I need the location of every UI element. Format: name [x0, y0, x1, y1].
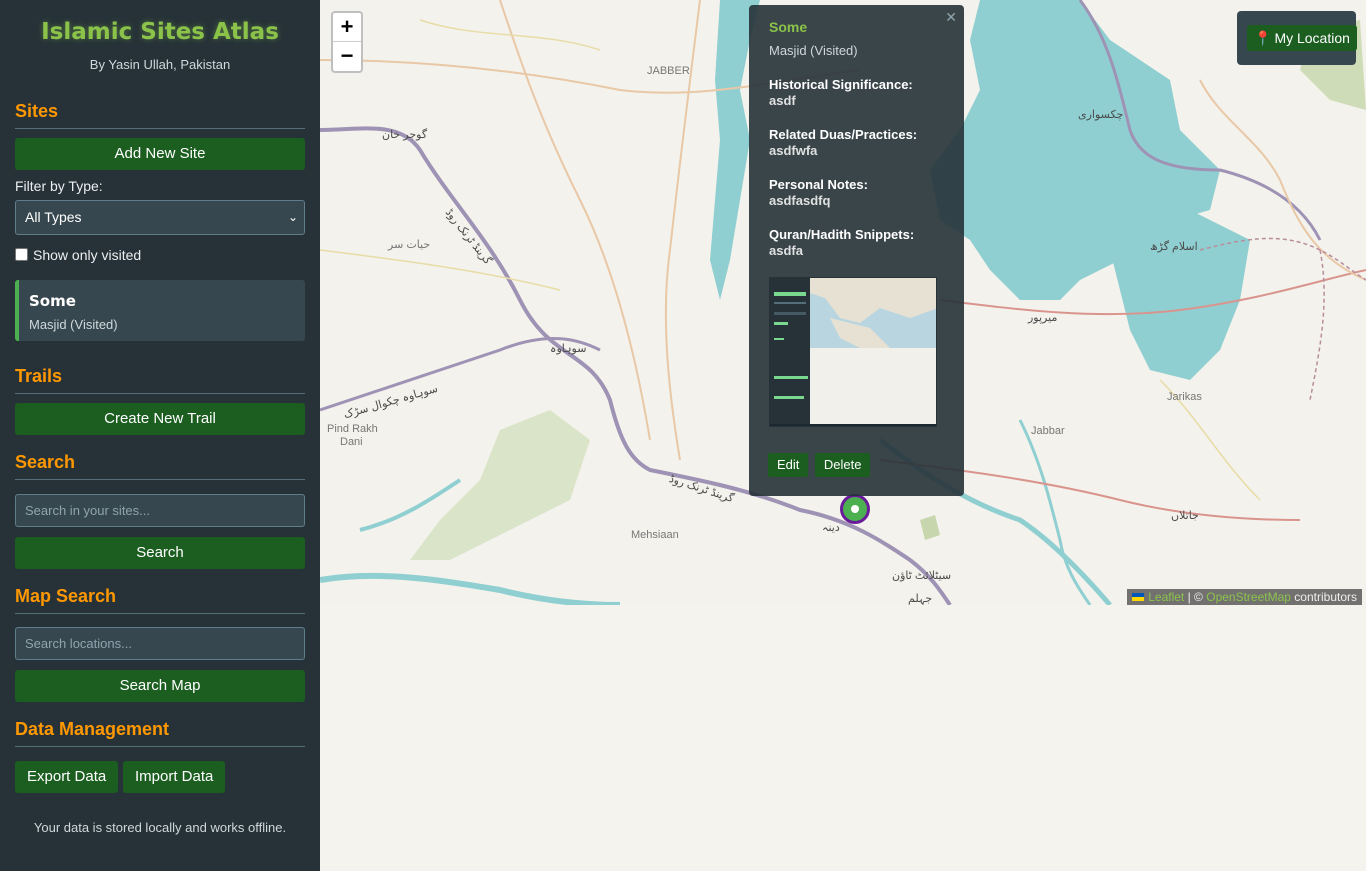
- popup-field-label: Related Duas/Practices:: [769, 127, 918, 142]
- site-search-input[interactable]: Search in your sites...: [15, 494, 305, 527]
- offline-note: Your data is stored locally and works of…: [33, 820, 287, 835]
- lake-water: [1100, 190, 1250, 380]
- site-photo-thumbnail: [769, 277, 937, 427]
- popup-field-value: asdfasdfq: [769, 193, 831, 208]
- zoom-out-button[interactable]: −: [333, 42, 361, 71]
- map-view[interactable]: JABBER گوجر خان گرینڈ ٹرنک روڈ حیات سر س…: [320, 0, 1366, 605]
- import-data-button[interactable]: Import Data: [123, 761, 226, 793]
- attribution-suffix: contributors: [1294, 590, 1357, 604]
- popup-field-label: Personal Notes:: [769, 177, 868, 192]
- site-name: Some: [29, 292, 76, 310]
- popup-field-value: asdf: [769, 93, 796, 108]
- edit-site-button[interactable]: Edit: [768, 453, 809, 477]
- map-label: جہلم: [908, 593, 933, 605]
- site-marker[interactable]: [840, 494, 870, 524]
- map-label: سیٹلائٹ ٹاؤن: [892, 570, 952, 582]
- site-meta: Masjid (Visited): [29, 317, 118, 332]
- map-label: Pind Rakh: [327, 423, 378, 435]
- my-location-panel: 📍 My Location: [1237, 11, 1357, 65]
- my-location-button[interactable]: 📍 My Location: [1247, 25, 1357, 51]
- map-label: Jarikas: [1167, 391, 1202, 403]
- forest-area: [410, 410, 590, 560]
- sidebar: Islamic Sites Atlas By Yasin Ullah, Paki…: [0, 0, 320, 871]
- popup-field-value: asdfwfa: [769, 143, 818, 158]
- trails-heading: Trails: [15, 366, 305, 394]
- popup-title: Some: [769, 19, 808, 35]
- map-label: جاتلاں: [1171, 510, 1199, 522]
- my-location-label: My Location: [1274, 30, 1350, 46]
- map-label: میرپور: [1028, 312, 1058, 324]
- forest-area: [920, 515, 940, 540]
- river: [1018, 419, 1092, 605]
- sites-heading: Sites: [15, 101, 305, 129]
- map-label: سوہاوہ: [550, 343, 587, 355]
- map-label: حیات سر: [388, 239, 431, 251]
- map-search-button[interactable]: Search Map: [15, 670, 305, 702]
- site-list-item[interactable]: Some Masjid (Visited): [15, 280, 305, 341]
- map-label: دینہ: [822, 522, 840, 534]
- site-search-button[interactable]: Search: [15, 537, 305, 569]
- map-search-input[interactable]: Search locations...: [15, 627, 305, 660]
- site-popup: ✕ Some Masjid (Visited) Historical Signi…: [749, 5, 964, 496]
- thumbnail-image: [770, 278, 936, 426]
- create-trail-button[interactable]: Create New Trail: [15, 403, 305, 435]
- popup-actions: Edit Delete: [768, 453, 872, 477]
- delete-site-button[interactable]: Delete: [814, 453, 871, 477]
- app-root: Islamic Sites Atlas By Yasin Ullah, Paki…: [0, 0, 1366, 871]
- ukraine-flag-icon: [1132, 593, 1145, 601]
- road: [499, 0, 651, 441]
- export-data-button[interactable]: Export Data: [15, 761, 119, 793]
- popup-field-label: Quran/Hadith Snippets:: [769, 227, 915, 242]
- map-search-heading: Map Search: [15, 586, 305, 614]
- chevron-down-icon: ⌄: [287, 210, 298, 224]
- show-visited-label: Show only visited: [33, 247, 142, 263]
- popup-meta: Masjid (Visited): [769, 43, 858, 58]
- road: [320, 249, 561, 291]
- popup-field-value: asdfa: [769, 243, 803, 258]
- data-management-heading: Data Management: [15, 719, 305, 747]
- map-label: چکسواری: [1078, 109, 1124, 121]
- show-visited-checkbox[interactable]: [15, 248, 28, 261]
- add-new-site-button[interactable]: Add New Site: [15, 138, 305, 170]
- search-heading: Search: [15, 452, 305, 480]
- attribution-separator: | ©: [1187, 590, 1203, 604]
- location-pin-icon: 📍: [1254, 30, 1272, 46]
- popup-field-label: Historical Significance:: [769, 77, 913, 92]
- map-label: Mehsiaan: [631, 529, 679, 541]
- close-icon[interactable]: ✕: [945, 9, 957, 26]
- map-label: Jabbar: [1031, 425, 1065, 437]
- map-label: اسلام گڑھ: [1150, 241, 1198, 253]
- boundary: [1309, 249, 1325, 401]
- author-credit: By Yasin Ullah, Pakistan: [89, 57, 231, 72]
- map-label: Dani: [340, 436, 363, 448]
- filter-type-value: All Types: [25, 209, 82, 225]
- road: [419, 19, 601, 51]
- zoom-control: + −: [331, 11, 363, 73]
- map-label: گوجر خان: [382, 129, 428, 141]
- app-title: Islamic Sites Atlas: [41, 19, 279, 45]
- zoom-in-button[interactable]: +: [333, 13, 361, 42]
- filter-type-label: Filter by Type:: [15, 178, 103, 194]
- leaflet-link[interactable]: Leaflet: [1148, 590, 1184, 604]
- map-attribution: Leaflet | © OpenStreetMap contributors: [1127, 589, 1362, 605]
- filter-type-select[interactable]: All Types ⌄: [15, 200, 305, 235]
- visited-filter: Show only visited: [15, 247, 141, 263]
- map-container-background: [320, 605, 1366, 871]
- river: [320, 572, 621, 605]
- osm-link[interactable]: OpenStreetMap: [1206, 590, 1291, 604]
- map-label: JABBER: [647, 65, 690, 77]
